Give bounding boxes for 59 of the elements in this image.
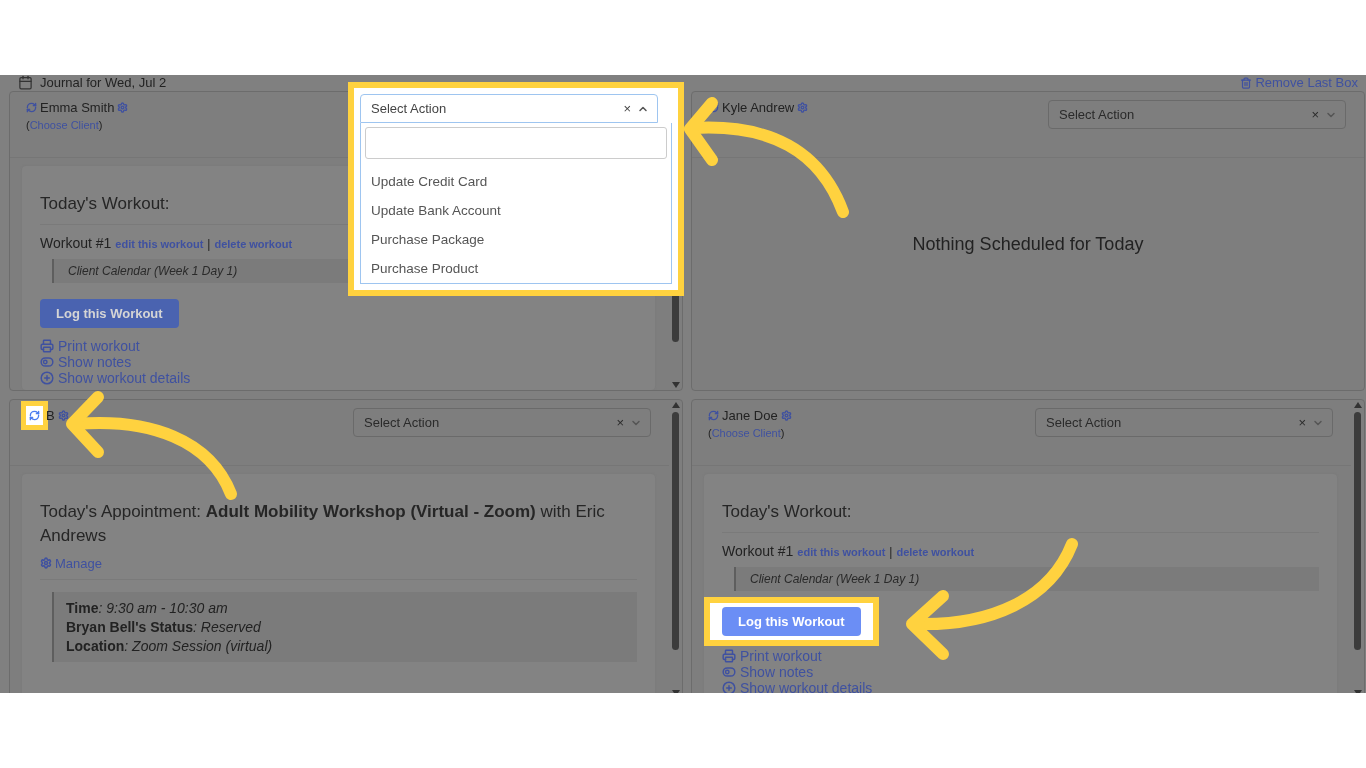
choose-client-hint: (Choose Client) (708, 427, 786, 439)
settings-icon[interactable] (797, 102, 809, 113)
workout-title: Workout #1 (40, 234, 112, 251)
choose-client-link[interactable]: Choose Client (29, 119, 99, 131)
workout-link[interactable]: Print workout (722, 647, 822, 664)
choose-client-hint: (Choose Client) (26, 119, 104, 131)
select-placeholder: Select Action (371, 101, 448, 116)
workout-link[interactable]: Show workout details (722, 679, 873, 693)
select-placeholder: Select Action (1046, 415, 1123, 430)
calendar-entry: Client Calendar (Week 1 Day 1) (734, 566, 1319, 591)
settings-icon (40, 557, 52, 570)
settings-icon[interactable] (117, 102, 129, 113)
workout-link[interactable]: Show notes (40, 353, 132, 370)
workout-link[interactable]: Show notes (722, 663, 814, 680)
client-name: Emma Smith (40, 100, 115, 115)
choose-client-link[interactable]: Choose Client (711, 427, 781, 439)
separator: | (889, 544, 893, 559)
toggle-icon (40, 354, 54, 369)
clear-icon[interactable]: × (1311, 107, 1319, 122)
detail-line: Time: 9:30 am - 10:30 am (66, 599, 229, 616)
edit-workout-link[interactable]: edit this workout (115, 237, 204, 250)
action-select[interactable]: Select Action × (1048, 100, 1346, 129)
workout-link[interactable]: Show workout details (40, 369, 191, 386)
log-workout-button[interactable]: Log this Workout (722, 606, 861, 636)
workout-link[interactable]: Print workout (40, 337, 140, 354)
delete-workout-link[interactable]: delete workout (214, 237, 293, 250)
clear-icon[interactable]: × (616, 415, 624, 430)
printer-icon (40, 338, 54, 353)
dropdown-option[interactable]: Purchase Package (365, 225, 667, 254)
select-placeholder: Select Action (1059, 107, 1136, 122)
action-select[interactable]: Select Action × (353, 408, 651, 437)
card-heading: Today's Workout: (722, 494, 1319, 533)
delete-workout-link[interactable]: delete workout (896, 545, 975, 558)
empty-message: Nothing Scheduled for Today (912, 233, 1144, 255)
action-select[interactable]: Select Action × (1035, 408, 1333, 437)
action-select[interactable]: Select Action × (360, 94, 658, 123)
appointment-heading: Today's Appointment: Adult Mobility Workshop (Virtual - Zoom) with Eric Andrews (40, 501, 606, 547)
clear-icon[interactable]: × (623, 101, 631, 116)
manage-link[interactable]: Manage (40, 555, 637, 580)
select-placeholder: Select Action (364, 415, 441, 430)
printer-icon (722, 648, 736, 663)
clear-icon[interactable]: × (1298, 415, 1306, 430)
toggle-icon (722, 664, 736, 679)
trash-icon (1240, 76, 1253, 89)
settings-icon[interactable] (780, 410, 792, 421)
search-field[interactable] (365, 127, 667, 159)
remove-last-box-link[interactable]: Remove Last Box (1240, 75, 1358, 90)
plus-circle-icon (40, 370, 54, 385)
client-name: Kyle Andrew (722, 100, 795, 115)
workout-title: Workout #1 (722, 542, 794, 559)
settings-icon[interactable] (57, 410, 69, 421)
edit-workout-link[interactable]: edit this workout (797, 545, 886, 558)
calendar-icon (18, 75, 33, 90)
detail-line: Bryan Bell's Status: Reserved (66, 618, 262, 635)
log-workout-button[interactable]: Log this Workout (40, 298, 179, 328)
separator: | (207, 236, 211, 251)
detail-line: Location: Zoom Session (virtual) (66, 637, 274, 654)
journal-title: Journal for Wed, Jul 2 (40, 75, 167, 90)
client-name: Jane Doe (722, 408, 778, 423)
